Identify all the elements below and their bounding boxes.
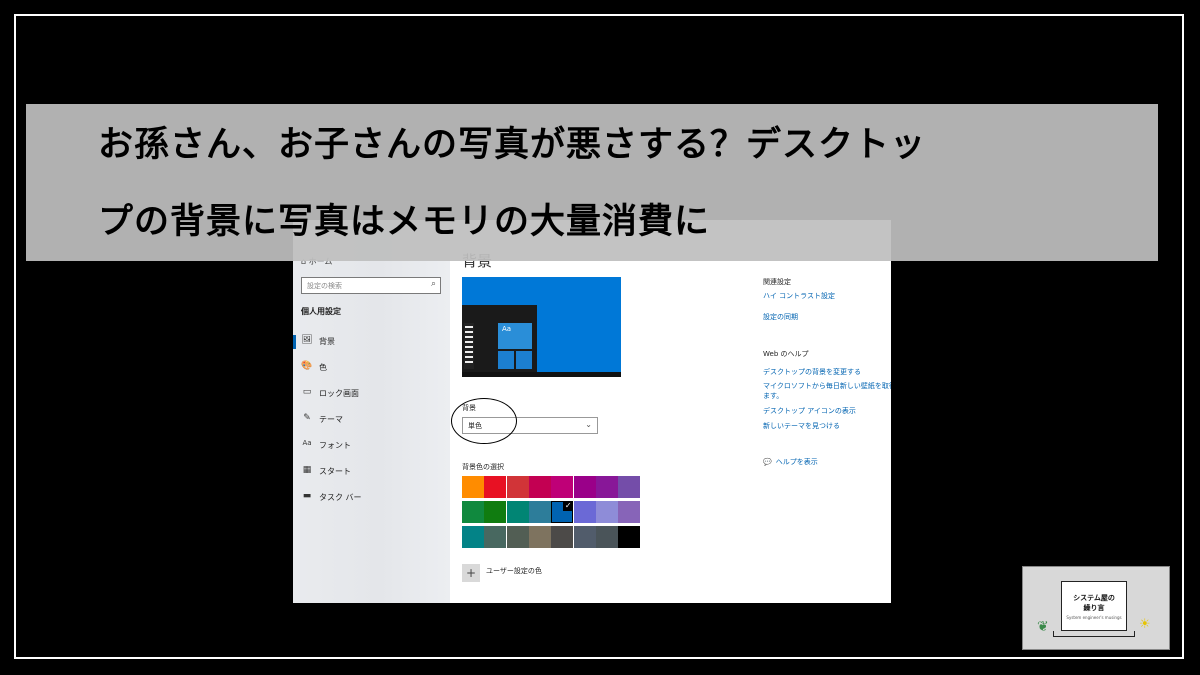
custom-color-label: ユーザー設定の色 [486,567,542,575]
settings-window: □ × ⌂ ホーム 設定の検索 ⌕ 個人用設定 🖼 背景 🎨 色 ▭ ロック画面… [293,220,891,603]
search-icon: ⌕ [430,279,436,289]
logo-title: システム屋の [1073,594,1115,602]
color-swatch[interactable] [528,476,551,498]
logo-keyboard [1053,631,1135,637]
sidebar-item-label: タスク バー [319,493,362,502]
chat-icon: 💬 [763,458,772,466]
color-swatch[interactable] [484,501,507,523]
plus-icon: + [465,566,477,580]
sidebar-item-label: テーマ [319,415,343,424]
web-help-title: Web のヘルプ [763,350,809,358]
color-swatch[interactable] [528,501,551,523]
brush-icon: ✎ [303,413,311,423]
start-icon: ▦ [302,465,312,475]
color-swatch[interactable] [506,476,529,498]
preview-tile: Aa [498,323,532,349]
sidebar-item-background[interactable]: 🖼 背景 [293,332,450,352]
site-logo: システム屋の 繰り言 System engineer's musings ❦ ☀ [1022,566,1170,650]
color-swatch[interactable] [484,526,507,548]
sidebar-item-label: フォント [319,441,351,450]
picture-icon: 🖼 [301,335,313,345]
high-contrast-link[interactable]: ハイ コントラスト設定 [763,291,835,301]
color-swatch[interactable] [462,476,484,498]
banner-title-line1: お孫さん、お子さんの写真が悪さする？デスクトッ [98,125,927,165]
color-swatch[interactable]: ✓ [551,501,574,523]
color-swatch[interactable] [595,501,618,523]
palette-icon: 🎨 [301,361,313,371]
chevron-down-icon: ⌄ [585,420,592,429]
color-swatch[interactable] [462,526,484,548]
sidebar-item-start[interactable]: ▦ スタート [293,462,450,482]
logo-subtitle: System engineer's musings [1066,615,1122,620]
sidebar-item-lock-screen[interactable]: ▭ ロック画面 [293,384,450,404]
color-swatch[interactable] [506,501,529,523]
related-settings-title: 関連設定 [763,278,791,286]
preview-tile-small [516,351,532,369]
color-swatch[interactable] [528,526,551,548]
help-link-desktop-icons[interactable]: デスクトップ アイコンの表示 [763,406,856,416]
font-icon: Aa [302,439,312,447]
color-swatch[interactable] [595,526,618,548]
logo-title: 繰り言 [1083,604,1105,612]
color-swatch[interactable] [573,476,596,498]
highlight-circle [451,398,517,444]
help-link-find-themes[interactable]: 新しいテーマを見つける [763,421,840,431]
taskbar-icon: ▬ [302,491,312,501]
color-swatch[interactable] [573,526,596,548]
color-swatch[interactable] [595,476,618,498]
color-swatch[interactable] [551,526,574,548]
show-help-label: ヘルプを表示 [775,458,818,466]
sync-settings-link[interactable]: 設定の同期 [763,312,798,322]
color-swatch[interactable] [573,501,596,523]
color-swatch[interactable] [618,476,641,498]
show-help-link[interactable]: 💬 ヘルプを表示 [763,457,818,467]
sidebar-item-label: 色 [319,363,327,372]
banner-title-line2: プの背景に写真はメモリの大量消費に [98,202,711,242]
preview-taskbar [462,372,621,377]
check-icon: ✓ [563,501,574,511]
sidebar-item-font[interactable]: Aa フォント [293,436,450,456]
help-link-change-background[interactable]: デスクトップの背景を変更する [763,367,861,377]
sidebar-item-color[interactable]: 🎨 色 [293,358,450,378]
preview-tile-small [498,351,514,369]
monitor-icon: ▭ [302,387,312,397]
leaf-icon: ❦ [1037,619,1049,635]
sidebar-item-taskbar[interactable]: ▬ タスク バー [293,488,450,508]
preview-menu-list [464,323,474,369]
help-link-daily-wallpaper[interactable]: マイクロソフトから毎日新しい壁紙を取得し [763,381,891,391]
bulb-icon: ☀ [1139,617,1151,632]
title-banner: お孫さん、お子さんの写真が悪さする？デスクトッ プの背景に写真はメモリの大量消費… [26,104,1158,261]
search-input[interactable]: 設定の検索 ⌕ [301,277,441,294]
sidebar-item-label: 背景 [319,337,335,346]
search-placeholder: 設定の検索 [307,282,342,290]
color-swatch[interactable] [618,501,641,523]
help-link-daily-wallpaper-cont[interactable]: ます。 [763,391,783,401]
color-swatch[interactable] [551,476,574,498]
color-swatch[interactable] [618,526,641,548]
sidebar-item-theme[interactable]: ✎ テーマ [293,410,450,430]
sidebar-item-label: スタート [319,467,351,476]
settings-sidebar: ⌂ ホーム 設定の検索 ⌕ 個人用設定 🖼 背景 🎨 色 ▭ ロック画面 ✎ テ… [293,220,450,603]
color-swatch[interactable] [506,526,529,548]
colors-label: 背景色の選択 [462,463,504,471]
sidebar-item-label: ロック画面 [319,389,359,398]
logo-screen: システム屋の 繰り言 System engineer's musings [1061,581,1127,631]
color-swatch[interactable] [484,476,507,498]
section-heading: 個人用設定 [301,307,341,316]
desktop-preview: Aa [462,277,621,377]
add-custom-color-button[interactable]: + [462,564,480,582]
color-swatch[interactable] [462,501,484,523]
